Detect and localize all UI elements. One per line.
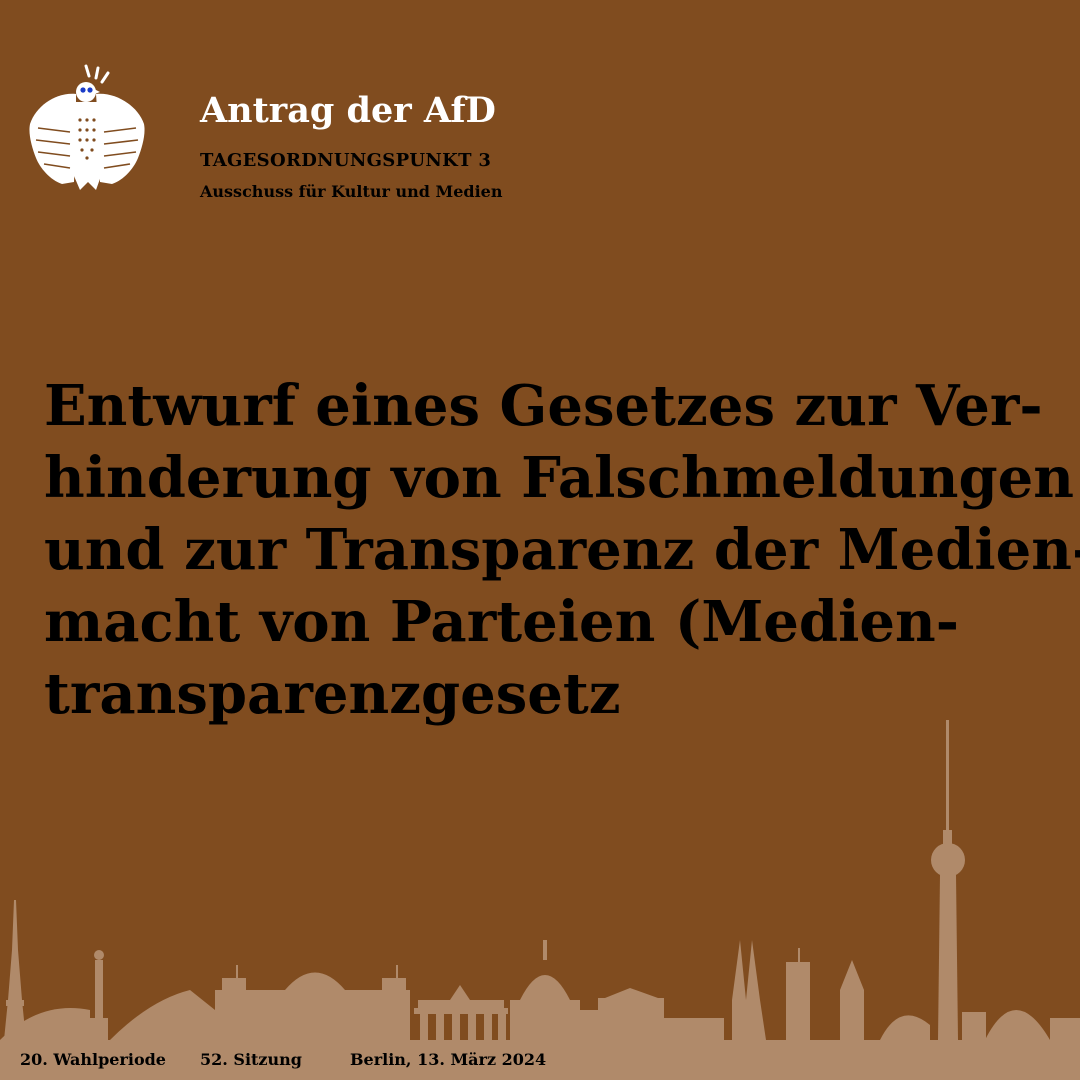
eagle-logo-icon: [29, 64, 145, 190]
headline: Entwurf eines Gesetzes zur Ver- hinderun…: [44, 370, 1080, 730]
headline-line: macht von Parteien (Medien-: [44, 589, 959, 655]
footer: 20. Wahlperiode 52. Sitzung Berlin, 13. …: [0, 1050, 1080, 1080]
session-label: 52. Sitzung: [200, 1050, 302, 1069]
headline-line: und zur Transparenz der Medien-: [44, 517, 1080, 583]
headline-line: hinderung von Falschmeldungen: [44, 445, 1075, 511]
headline-line: Entwurf eines Gesetzes zur Ver-: [44, 373, 1043, 439]
page-title: Antrag der AfD: [200, 90, 496, 131]
agenda-item-label: TAGESORDNUNGSPUNKT 3: [200, 150, 492, 171]
legislative-period-label: 20. Wahlperiode: [20, 1050, 166, 1069]
header: Antrag der AfD TAGESORDNUNGSPUNKT 3 Auss…: [0, 0, 1080, 220]
berlin-skyline-icon: [0, 720, 1080, 1080]
place-date-label: Berlin, 13. März 2024: [350, 1050, 547, 1069]
committee-label: Ausschuss für Kultur und Medien: [200, 182, 503, 201]
